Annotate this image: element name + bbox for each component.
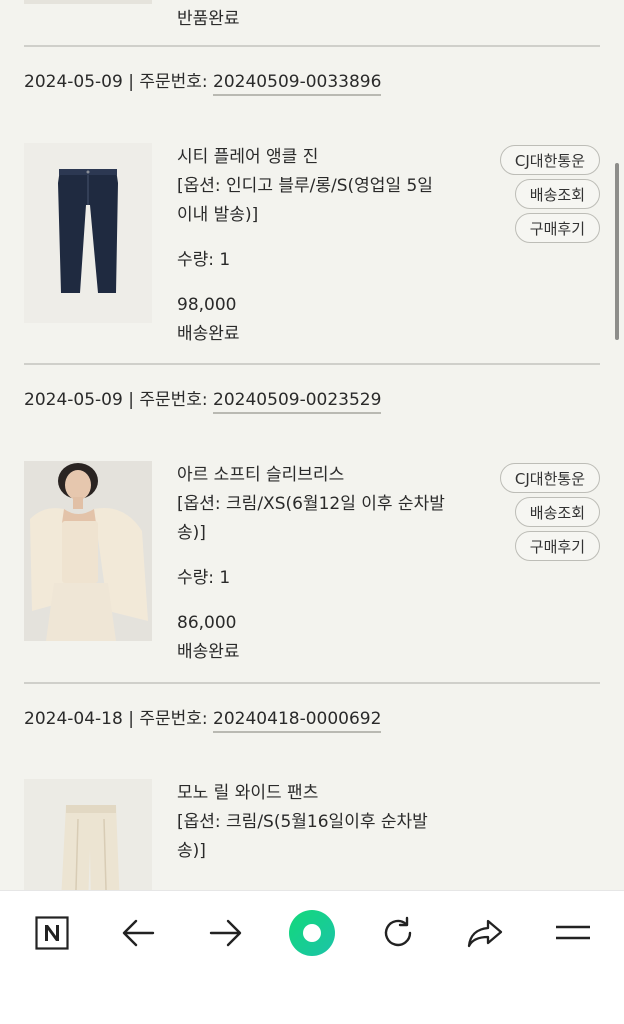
- menu-icon[interactable]: [543, 909, 603, 957]
- product-image-jeans[interactable]: [24, 143, 152, 323]
- order-separator: |: [122, 709, 140, 729]
- order-date: 2024-05-09: [24, 72, 123, 92]
- product-option: [옵션: 크림/S(5월16일이후 순차발송)]: [177, 812, 428, 861]
- courier-button[interactable]: CJ대한통운: [499, 145, 600, 175]
- refresh-icon[interactable]: [368, 909, 428, 957]
- order-header: 2024-05-09 | 주문번호: 20240509-0033896: [24, 67, 382, 96]
- order-actions: CJ대한통운 배송조회 구매후기: [484, 463, 600, 561]
- order-status: 반품완료: [177, 9, 240, 29]
- divider: [24, 682, 600, 684]
- product-info: 시티 플레어 앵클 진 [옵션: 인디고 블루/롱/S(영업일 5일 이내 발송…: [177, 143, 447, 349]
- product-info: 아르 소프티 슬리브리스 [옵션: 크림/XS(6월12일 이후 순차발송)] …: [177, 461, 447, 667]
- scrollbar[interactable]: [615, 163, 619, 340]
- divider: [24, 363, 600, 365]
- product-price: 86,000: [177, 613, 237, 633]
- write-review-button[interactable]: 구매후기: [514, 531, 600, 561]
- track-delivery-button[interactable]: 배송조회: [514, 179, 600, 209]
- product-image-sleeveless[interactable]: [24, 461, 152, 641]
- product-option: [옵션: 크림/XS(6월12일 이후 순차발송)]: [177, 494, 445, 543]
- naver-home-icon[interactable]: [22, 909, 82, 957]
- green-dot-icon[interactable]: [282, 909, 342, 957]
- order-separator: |: [122, 72, 140, 92]
- delivery-status: 배송완료: [177, 642, 240, 662]
- courier-button[interactable]: CJ대한통운: [499, 463, 600, 493]
- product-image-wide-pants[interactable]: [24, 779, 152, 890]
- product-quantity: 수량: 1: [177, 568, 231, 588]
- order-number-label: 주문번호:: [139, 390, 214, 410]
- order-separator: |: [122, 390, 140, 410]
- order-number-link[interactable]: 20240509-0033896: [213, 72, 382, 96]
- product-price: 98,000: [177, 295, 237, 315]
- write-review-button[interactable]: 구매후기: [514, 213, 600, 243]
- order-date: 2024-04-18: [24, 709, 123, 729]
- forward-arrow-icon[interactable]: [196, 909, 256, 957]
- product-name[interactable]: 아르 소프티 슬리브리스: [177, 461, 447, 490]
- product-info: 모노 릴 와이드 팬츠 [옵션: 크림/S(5월16일이후 순차발송)]: [177, 779, 447, 866]
- track-delivery-button[interactable]: 배송조회: [514, 497, 600, 527]
- product-name[interactable]: 시티 플레어 앵클 진: [177, 143, 447, 172]
- order-list[interactable]: 반품완료 2024-05-09 | 주문번호: 20240509-0033896…: [0, 0, 624, 890]
- product-option: [옵션: 인디고 블루/롱/S(영업일 5일 이내 발송)]: [177, 176, 433, 225]
- order-actions: CJ대한통운 배송조회 구매후기: [484, 145, 600, 243]
- order-header: 2024-04-18 | 주문번호: 20240418-0000692: [24, 704, 382, 733]
- divider: [24, 45, 600, 47]
- share-icon[interactable]: [455, 909, 515, 957]
- product-image-partial[interactable]: [24, 0, 152, 4]
- order-number-link[interactable]: 20240509-0023529: [213, 390, 382, 414]
- order-date: 2024-05-09: [24, 390, 123, 410]
- order-number-label: 주문번호:: [139, 72, 214, 92]
- back-arrow-icon[interactable]: [108, 909, 168, 957]
- product-name[interactable]: 모노 릴 와이드 팬츠: [177, 779, 447, 808]
- browser-bottom-nav: [0, 890, 624, 1024]
- order-number-link[interactable]: 20240418-0000692: [213, 709, 382, 733]
- delivery-status: 배송완료: [177, 324, 240, 344]
- product-quantity: 수량: 1: [177, 250, 231, 270]
- order-header: 2024-05-09 | 주문번호: 20240509-0023529: [24, 385, 382, 414]
- order-number-label: 주문번호:: [139, 709, 214, 729]
